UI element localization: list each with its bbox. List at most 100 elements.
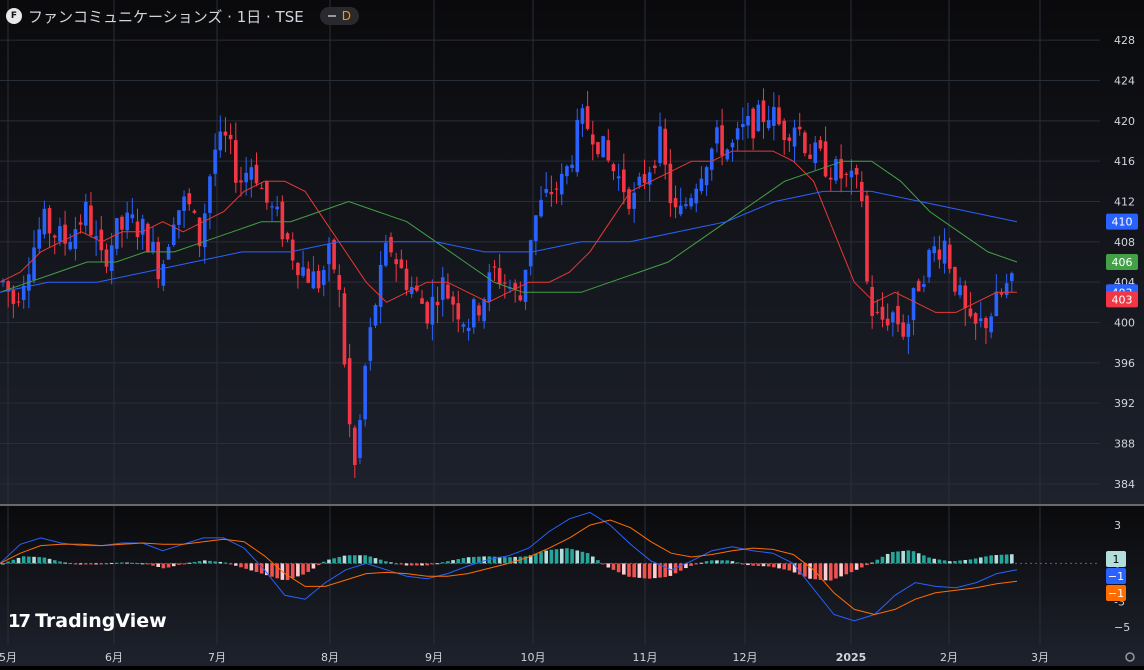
macd-histogram-bar — [358, 555, 362, 564]
candle-body — [813, 142, 818, 163]
candle-body — [425, 302, 430, 324]
macd-histogram-bar — [653, 563, 657, 579]
candle-body — [192, 210, 197, 213]
candle-body — [89, 205, 93, 236]
macd-histogram-bar — [435, 563, 440, 565]
candle-body — [715, 127, 719, 144]
macd-histogram-bar — [471, 556, 476, 564]
tradingview-logo-icon: 17 — [8, 610, 31, 632]
macd-histogram-bar — [456, 559, 461, 564]
macd-histogram-bar — [715, 560, 719, 564]
candle-body — [818, 140, 823, 149]
time-axis-label: 5月 — [0, 651, 17, 664]
macd-histogram-bar — [746, 563, 750, 566]
macd-histogram-bar — [73, 563, 78, 565]
candle-body — [327, 244, 331, 265]
candle-body — [73, 229, 78, 249]
candle-body — [487, 272, 492, 302]
macd-histogram-bar — [166, 563, 171, 568]
candle-body — [399, 259, 404, 269]
macd-histogram-bar — [197, 561, 202, 564]
macd-histogram-bar — [11, 559, 16, 564]
candle-body — [942, 240, 947, 264]
candle-body — [523, 269, 528, 302]
candle-body — [249, 167, 254, 180]
macd-histogram-bar — [953, 561, 957, 564]
macd-histogram-bar — [208, 560, 212, 564]
candle-body — [363, 365, 367, 420]
macd-value-label: −1 — [1108, 570, 1124, 583]
macd-histogram-bar — [720, 560, 724, 564]
macd-histogram-bar — [451, 560, 455, 564]
macd-histogram-bar — [859, 563, 864, 568]
macd-histogram-bar — [146, 563, 150, 565]
candle-body — [477, 305, 481, 316]
candle-body — [699, 178, 704, 192]
candle-body — [544, 188, 549, 193]
candle-body — [896, 305, 900, 325]
candle-body — [606, 140, 611, 161]
symbol-logo-icon[interactable]: F — [6, 8, 22, 24]
macd-histogram-bar — [854, 563, 859, 570]
candle-body — [984, 318, 988, 329]
macd-histogram-bar — [420, 563, 424, 566]
macd-histogram-bar — [787, 563, 792, 571]
candle-body — [787, 137, 792, 141]
macd-histogram-bar — [978, 557, 983, 564]
candle-body — [539, 199, 543, 217]
candle-body — [875, 311, 880, 313]
candle-body — [565, 166, 569, 177]
macd-histogram-bar — [47, 558, 52, 564]
macd-histogram-bar — [492, 556, 497, 564]
candle-body — [213, 149, 217, 174]
price-tick-label: 424 — [1114, 75, 1135, 88]
macd-histogram-bar — [1, 563, 5, 565]
macd-histogram-bar — [782, 563, 786, 570]
macd-histogram-bar — [870, 562, 874, 564]
macd-histogram-bar — [213, 561, 217, 564]
macd-histogram-bar — [239, 563, 243, 568]
macd-histogram-bar — [327, 559, 331, 564]
symbol-title[interactable]: ファンコミュニケーションズ · 1日 · TSE — [28, 6, 304, 27]
macd-histogram-bar — [104, 563, 109, 565]
macd-pane-background — [0, 506, 1144, 666]
candle-body — [290, 239, 295, 261]
macd-histogram-bar — [352, 555, 357, 564]
macd-histogram-bar — [565, 548, 569, 564]
macd-histogram-bar — [958, 560, 962, 564]
macd-histogram-bar — [642, 563, 647, 579]
candle-body — [989, 316, 993, 333]
macd-histogram-bar — [554, 549, 559, 564]
macd-histogram-bar — [99, 563, 104, 565]
candle-body — [37, 229, 42, 249]
macd-histogram-bar — [321, 561, 326, 564]
candle-body — [580, 108, 585, 124]
price-tick-label: 392 — [1114, 397, 1135, 410]
candle-body — [658, 126, 662, 163]
interval-badge[interactable]: D — [319, 7, 359, 25]
candle-body — [828, 177, 833, 180]
candle-body — [135, 221, 140, 238]
candle-body — [570, 164, 574, 168]
time-axis-label: 2025 — [836, 651, 867, 664]
candle-body — [865, 195, 869, 282]
candle-body — [446, 284, 450, 299]
macd-histogram-bar — [637, 563, 642, 578]
candle-body — [694, 188, 699, 204]
macd-histogram-bar — [461, 558, 466, 564]
candle-body — [187, 193, 192, 205]
macd-histogram-bar — [63, 562, 67, 564]
candle-body — [622, 169, 626, 193]
chart-canvas[interactable]: 4284244204164124084044003963923883845月 6月… — [0, 0, 1144, 666]
candle-body — [803, 132, 807, 154]
chart-area[interactable]: 428 424 420 416 412 408 404 400 396 392 388 384 5月 6月… — [0, 0, 1144, 666]
candle-body — [684, 204, 688, 207]
candle-body — [228, 134, 233, 140]
macd-histogram-bar — [575, 550, 580, 564]
macd-histogram-bar — [694, 563, 699, 565]
tradingview-logo[interactable]: 17 TradingView — [8, 610, 167, 632]
macd-histogram-bar — [611, 563, 616, 570]
candle-body — [99, 229, 104, 251]
time-axis-label: 2月 — [940, 651, 958, 664]
macd-histogram-bar — [901, 550, 905, 564]
